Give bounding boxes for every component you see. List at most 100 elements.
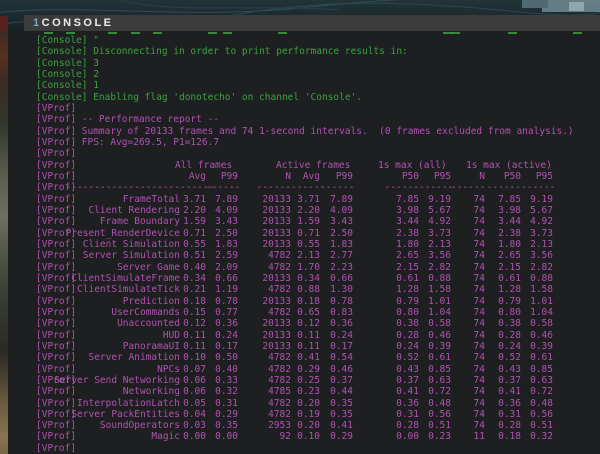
cell-value: 7.89 — [330, 193, 353, 205]
row-cells: UserCommands 0.15 0.77 4782 0.65 0.83 0.80 1.04… — [36, 307, 600, 319]
cell-value: 0.56 — [530, 408, 553, 420]
cell-value: 0.21 — [183, 284, 206, 296]
console-line: [VProf] — [8, 148, 600, 159]
cell-value: 0.80 — [396, 306, 419, 318]
line-prefix: [VProf] — [36, 227, 77, 239]
line-prefix: [VProf] — [36, 386, 77, 398]
cell-value: 2.13 — [297, 250, 320, 262]
cell-value: P99 — [335, 170, 353, 182]
tab-notification-count: 1 — [33, 17, 42, 29]
cell-value: 0.34 — [297, 272, 320, 284]
cell-value: 74 — [473, 386, 485, 398]
line-prefix: [VProf] — [36, 295, 77, 307]
cell-value: 0.52 — [396, 352, 419, 364]
cell-value: 0.46 — [428, 329, 451, 341]
cell-value: 0.28 — [396, 329, 419, 341]
cell-value: 0.41 — [330, 420, 353, 432]
cell-value: 0.88 — [530, 272, 553, 284]
cell-value: 0.51 — [183, 250, 206, 262]
cell-value: 20133 — [262, 227, 291, 239]
line-prefix: [VProf] — [36, 159, 77, 171]
cell-value: 20133 — [262, 238, 291, 250]
cell-value: 74 — [473, 272, 485, 284]
table-row: [VProf] InterpolationLatch 0.05 0.31 4782 0.2… — [8, 398, 600, 409]
cell-value: 0.35 — [330, 408, 353, 420]
console-line: [VProf] FPS: Avg=269.5, P1=126.7 — [8, 137, 600, 148]
cell-value: 1.58 — [530, 284, 553, 296]
cell-value: 74 — [473, 204, 485, 216]
line-text: " — [87, 35, 99, 46]
cell-value: 20133 — [262, 340, 291, 352]
row-cells: Server Simulation 0.51 2.59 4782 2.13 2.77 2.6… — [36, 250, 600, 262]
cell-value: 0.37 — [498, 374, 521, 386]
table-row: [VProf] ClientSimulateTick 0.21 1.19 4782 0.8… — [8, 284, 600, 295]
cell-value: 2.50 — [215, 227, 238, 239]
console-tab-label: 1CONSOLE — [33, 15, 114, 31]
row-cells: ClientSimulateTick 0.21 1.19 4782 0.88 1.30 1.… — [36, 284, 600, 296]
cell-value: 0.24 — [498, 340, 521, 352]
cell-value: 1.04 — [530, 306, 553, 318]
cell-value: 0.20 — [297, 420, 320, 432]
table-column-header-row: [VProf] Avg P99 N Avg P99 P50 P95 N P50 P95 — [8, 171, 600, 182]
line-text — [76, 148, 82, 159]
cell-value: 4782 — [268, 306, 291, 318]
line-prefix: [VProf] — [36, 420, 77, 432]
line-prefix: [VProf] — [36, 306, 77, 318]
cell-value: 2.77 — [330, 250, 353, 262]
map-building-patch — [569, 2, 584, 11]
cell-value: 0.11 — [297, 329, 320, 341]
table-row: [VProf] HUD 0.11 0.24 20133 0.11 0.24 0.28 0.46 7… — [8, 330, 600, 341]
cell-value: 0.55 — [183, 238, 206, 250]
cell-value: 0.39 — [428, 340, 451, 352]
cell-value: 0.61 — [396, 272, 419, 284]
table-row: [VProf] UserCommands 0.15 0.77 4782 0.65 0.83 0… — [8, 307, 600, 318]
console-line: [Console] 3 — [8, 58, 600, 69]
cell-value: 2953 — [268, 420, 291, 432]
cell-value: ------ — [384, 182, 419, 194]
row-cells: Frame Boundary 1.59 3.43 20133 1.59 3.43 3.44 4… — [36, 216, 600, 228]
group-header: 1s max (all) — [378, 159, 447, 171]
cell-value: 0.88 — [428, 272, 451, 284]
cell-value: ------ — [256, 182, 291, 194]
group-header: 1s max (active) — [466, 159, 552, 171]
line-prefix: [Console] — [36, 91, 88, 103]
row-cells: PanoramaUI 0.11 0.17 20133 0.11 0.17 0.24 0.39 7… — [36, 341, 600, 353]
cell-value: Avg — [188, 170, 206, 182]
cell-value: 2.59 — [215, 250, 238, 262]
line-text: 1 — [87, 80, 99, 92]
cell-value: 0.24 — [396, 340, 419, 352]
cell-value: 0.11 — [183, 329, 206, 341]
row-cells: Server PackEntities 0.04 0.29 4782 0.19 0.35 0… — [36, 409, 600, 421]
console-line: [Console] Enabling flag 'donotecho' on c… — [8, 92, 600, 103]
cell-value: 74 — [473, 374, 485, 386]
line-prefix: [VProf] — [36, 114, 77, 126]
cell-value: 74 — [473, 227, 485, 239]
cell-value: 0.34 — [183, 272, 206, 284]
cell-value: 0.37 — [396, 374, 419, 386]
cell-value: 0.29 — [215, 408, 238, 420]
line-prefix: [VProf] — [36, 250, 77, 262]
cell-value: 0.32 — [530, 431, 553, 443]
cell-value: 0.18 — [297, 295, 320, 307]
cell-value: 0.44 — [330, 386, 353, 398]
cell-value: 0.63 — [428, 374, 451, 386]
cell-value: 0.29 — [297, 363, 320, 375]
cell-value: 0.88 — [297, 284, 320, 296]
cell-value: 0.29 — [330, 431, 353, 443]
cell-value: 0.50 — [215, 352, 238, 364]
cell-value: 74 — [473, 408, 485, 420]
cell-value: 2.50 — [330, 227, 353, 239]
line-prefix: [VProf] — [36, 170, 77, 182]
line-prefix: [VProf] — [36, 193, 77, 205]
cell-value: 0.36 — [215, 318, 238, 330]
cell-value: 0.33 — [215, 374, 238, 386]
cell-value: 0.18 — [498, 431, 521, 443]
console-tab-bar[interactable]: 1CONSOLE — [24, 15, 600, 31]
cell-value: 2.23 — [330, 261, 353, 273]
cell-value: P95 — [535, 170, 553, 182]
line-prefix: [VProf] — [36, 363, 77, 375]
cell-value: 0.31 — [498, 408, 521, 420]
cell-value: N — [479, 170, 485, 182]
cell-value: 5.67 — [530, 204, 553, 216]
console-output[interactable]: [Console] " [Console] Disconnecting in or… — [8, 35, 600, 454]
